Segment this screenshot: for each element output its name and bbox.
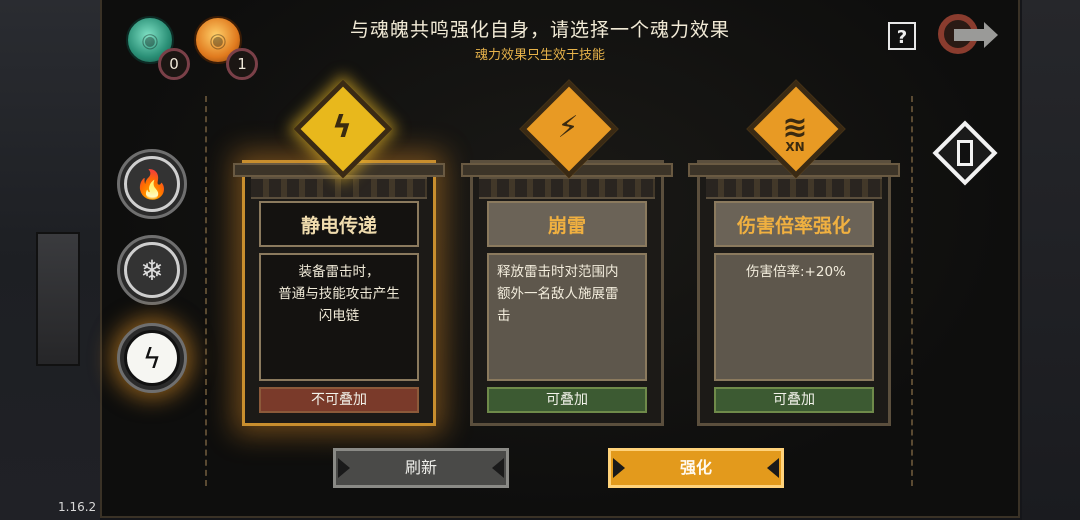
background-left bbox=[0, 0, 100, 520]
emblem-glyph: ϟ bbox=[332, 110, 352, 145]
emblem-mark: XN bbox=[785, 140, 805, 154]
stack-badge: 可叠加 bbox=[487, 387, 647, 413]
enhance-button[interactable]: 强化 bbox=[608, 448, 784, 488]
refresh-button[interactable]: 刷新 bbox=[333, 448, 509, 488]
enhance-label: 强化 bbox=[679, 458, 712, 477]
exit-icon[interactable] bbox=[936, 12, 998, 58]
left-rail-divider bbox=[205, 96, 211, 486]
exit-arrow-head bbox=[984, 22, 998, 48]
relic-emblem-icon[interactable] bbox=[930, 118, 1000, 188]
card-description-line: 伤害倍率:+20% bbox=[746, 264, 846, 280]
card-name: 伤害倍率强化 bbox=[714, 201, 874, 247]
help-button[interactable]: ? bbox=[888, 22, 916, 50]
stack-badge: 可叠加 bbox=[714, 387, 874, 413]
ice-element-button[interactable]: ❄ bbox=[117, 235, 187, 305]
soul-effect-card-static-transfer[interactable]: 静电传递 装备雷击时， 普通与技能攻击产生 闪电链 不可叠加 bbox=[233, 160, 445, 426]
damage-multiplier-emblem-icon: ≋ XN bbox=[743, 76, 847, 180]
orange-soul-count: 1 bbox=[226, 48, 258, 80]
version-label: 1.16.2 bbox=[58, 500, 97, 514]
static-transfer-emblem-icon: ϟ bbox=[290, 76, 394, 180]
right-rail-divider bbox=[911, 96, 917, 486]
card-description-line: 装备雷击时， bbox=[298, 264, 380, 280]
green-soul-count: 0 bbox=[158, 48, 190, 80]
snowflake-icon: ❄ bbox=[124, 242, 180, 298]
fire-icon: 🔥 bbox=[124, 156, 180, 212]
emblem-glyph: ⚡ bbox=[557, 110, 579, 145]
card-name: 崩雷 bbox=[487, 201, 647, 247]
button-left-tip bbox=[613, 458, 625, 478]
background-pillar bbox=[36, 232, 80, 366]
card-scroll-ornament bbox=[706, 177, 882, 199]
card-scroll-ornament bbox=[479, 177, 655, 199]
card-description-line: 击 bbox=[497, 308, 511, 324]
card-description-line: 额外一名敌人施展雷 bbox=[497, 286, 619, 302]
relic-core bbox=[957, 140, 973, 166]
card-description-line: 普通与技能攻击产生 bbox=[278, 286, 400, 302]
chain-thunder-emblem-icon: ⚡ bbox=[516, 76, 620, 180]
button-left-tip bbox=[338, 458, 350, 478]
stack-badge: 不可叠加 bbox=[259, 387, 419, 413]
background-right bbox=[1022, 0, 1080, 520]
fire-element-button[interactable]: 🔥 bbox=[117, 149, 187, 219]
card-name: 静电传递 bbox=[259, 201, 419, 247]
lightning-icon: ϟ bbox=[124, 330, 180, 386]
soul-effect-card-damage-multiplier[interactable]: 伤害倍率强化 伤害倍率:+20% 可叠加 bbox=[688, 160, 900, 426]
soul-effect-card-chain-thunder[interactable]: 崩雷 释放雷击时对范围内 额外一名敌人施展雷 击 可叠加 bbox=[461, 160, 673, 426]
card-description: 伤害倍率:+20% bbox=[714, 253, 874, 381]
button-right-tip bbox=[767, 458, 779, 478]
card-description: 装备雷击时， 普通与技能攻击产生 闪电链 bbox=[259, 253, 419, 381]
card-description-line: 闪电链 bbox=[318, 308, 360, 324]
button-right-tip bbox=[492, 458, 504, 478]
card-description: 释放雷击时对范围内 额外一名敌人施展雷 击 bbox=[487, 253, 647, 381]
refresh-label: 刷新 bbox=[404, 458, 437, 477]
thunder-element-button[interactable]: ϟ bbox=[117, 323, 187, 393]
card-scroll-ornament bbox=[251, 177, 427, 199]
card-description-line: 释放雷击时对范围内 bbox=[497, 264, 619, 280]
